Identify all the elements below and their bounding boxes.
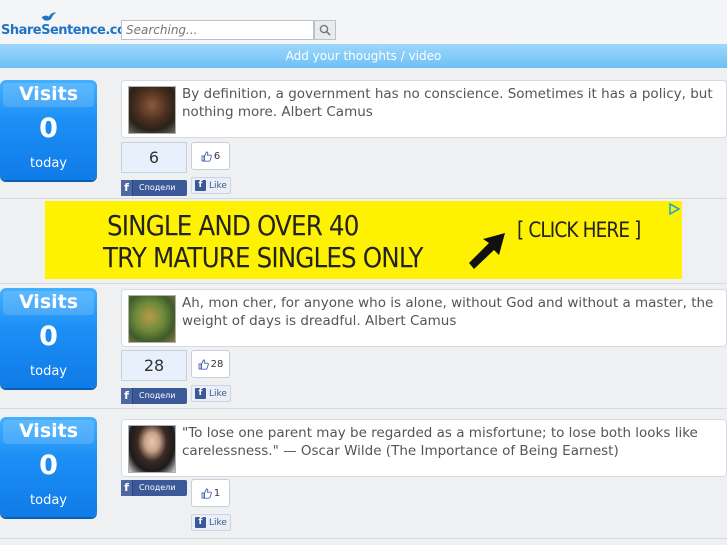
add-thoughts-link[interactable]: Add your thoughts / video bbox=[0, 44, 727, 68]
adchoices-icon[interactable] bbox=[668, 203, 680, 215]
thumbs-count: 6 bbox=[213, 150, 221, 162]
visits-count: 0 bbox=[39, 113, 58, 144]
facebook-like-button[interactable]: f Like bbox=[191, 177, 231, 194]
search-icon bbox=[319, 24, 331, 36]
visits-footer: today bbox=[30, 156, 67, 171]
top-bar: ShareSentence.com bbox=[0, 0, 727, 44]
quote-card[interactable]: Ah, mon cher, for anyone who is alone, w… bbox=[121, 289, 727, 347]
facebook-like-button[interactable]: f Like bbox=[191, 514, 231, 531]
visits-title: Visits bbox=[18, 420, 79, 442]
arrow-icon bbox=[469, 233, 505, 269]
facebook-icon: f bbox=[195, 388, 206, 399]
facebook-icon: f bbox=[195, 517, 206, 528]
visits-footer: today bbox=[30, 364, 67, 379]
ad-subline: TRY MATURE SINGLES ONLY bbox=[103, 241, 423, 274]
facebook-icon: f bbox=[121, 480, 133, 496]
visits-badge: Visits 0 today bbox=[0, 417, 97, 517]
like-label: Like bbox=[209, 388, 227, 399]
divider bbox=[0, 283, 727, 284]
facebook-icon: f bbox=[121, 180, 133, 196]
thumbs-up-counter[interactable]: 6 bbox=[191, 142, 230, 170]
facebook-icon: f bbox=[195, 180, 206, 191]
like-label: Like bbox=[209, 517, 227, 528]
facebook-like-button[interactable]: f Like bbox=[191, 385, 231, 402]
quote-text[interactable]: "To lose one parent may be regarded as a… bbox=[182, 424, 718, 460]
thumbs-count: 28 bbox=[210, 358, 224, 370]
divider bbox=[0, 538, 727, 539]
author-avatar[interactable] bbox=[128, 425, 176, 473]
logo-text: ShareSentence.com bbox=[1, 23, 139, 38]
quote-card[interactable]: By definition, a government has no consc… bbox=[121, 80, 727, 138]
thumbs-count: 1 bbox=[213, 487, 221, 499]
ad-cta: [ CLICK HERE ] bbox=[517, 218, 641, 242]
divider bbox=[0, 198, 727, 199]
quote-card[interactable]: "To lose one parent may be regarded as a… bbox=[121, 419, 727, 477]
share-label: Сподели bbox=[139, 483, 176, 492]
author-avatar[interactable] bbox=[128, 86, 176, 134]
visits-title: Visits bbox=[18, 291, 79, 313]
thumbs-up-icon bbox=[198, 359, 209, 370]
quote-text[interactable]: By definition, a government has no consc… bbox=[182, 85, 718, 121]
visits-title: Visits bbox=[18, 83, 79, 105]
share-label: Сподели bbox=[139, 183, 176, 192]
search-button[interactable] bbox=[314, 20, 336, 40]
search-input[interactable] bbox=[121, 20, 314, 40]
visits-badge: Visits 0 today bbox=[0, 288, 97, 388]
visits-count: 0 bbox=[39, 321, 58, 352]
ad-banner[interactable]: SINGLE AND OVER 40 TRY MATURE SINGLES ON… bbox=[45, 201, 682, 279]
facebook-share-button[interactable]: f Сподели bbox=[121, 388, 187, 404]
thumbs-up-counter[interactable]: 28 bbox=[191, 350, 230, 378]
thumbs-up-icon bbox=[201, 488, 212, 499]
thumbs-up-icon bbox=[201, 151, 212, 162]
facebook-share-button[interactable]: f Сподели bbox=[121, 480, 187, 496]
share-label: Сподели bbox=[139, 391, 176, 400]
share-count-box: 6 bbox=[121, 142, 187, 173]
ad-headline: SINGLE AND OVER 40 bbox=[107, 209, 359, 242]
visits-count: 0 bbox=[39, 450, 58, 481]
facebook-share-button[interactable]: f Сподели bbox=[121, 180, 187, 196]
visits-badge: Visits 0 today bbox=[0, 80, 97, 180]
thumbs-up-counter[interactable]: 1 bbox=[191, 479, 230, 507]
site-logo[interactable]: ShareSentence.com bbox=[1, 10, 139, 40]
quote-text[interactable]: Ah, mon cher, for anyone who is alone, w… bbox=[182, 294, 718, 330]
author-avatar[interactable] bbox=[128, 295, 176, 343]
divider bbox=[0, 408, 727, 409]
facebook-icon: f bbox=[121, 388, 133, 404]
visits-footer: today bbox=[30, 493, 67, 508]
share-count-box: 28 bbox=[121, 350, 187, 381]
like-label: Like bbox=[209, 180, 227, 191]
